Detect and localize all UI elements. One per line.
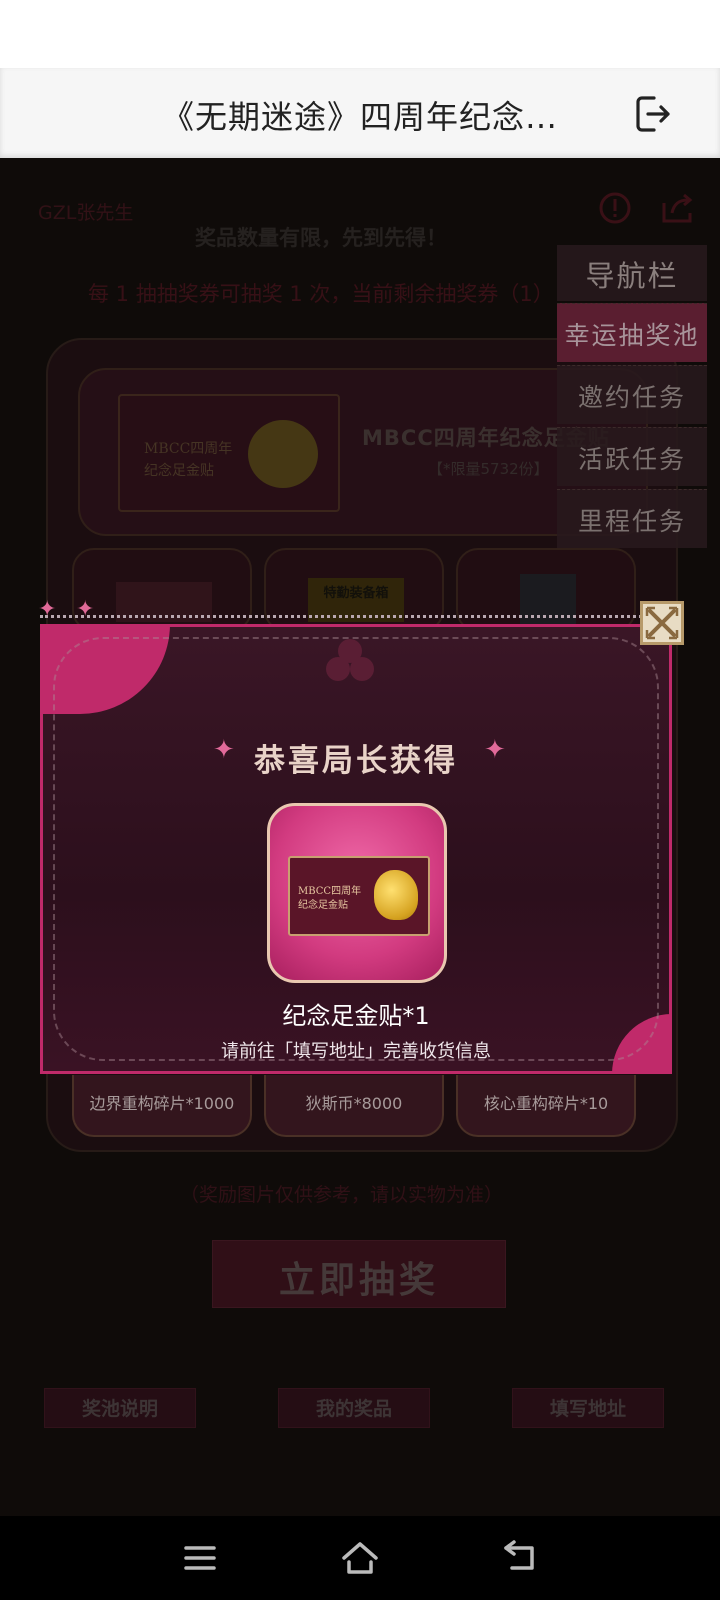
prize-cell-5: 狄斯币*8000 — [264, 1075, 444, 1137]
reward-item-box: MBCC四周年 纪念足金贴 — [267, 803, 447, 983]
nav-item-invite-tasks[interactable]: 邀约任务 — [557, 365, 707, 424]
prize-label: 核心重构碎片*10 — [483, 1094, 609, 1113]
reward-name: 纪念足金贴*1 — [282, 1002, 430, 1030]
sparkle-icon: ✦ — [76, 597, 95, 622]
nav-item-label: 幸运抽奖池 — [564, 321, 700, 350]
browser-title-bar: 《无期迷途》四周年纪念… — [0, 68, 720, 158]
prize-cell-6: 核心重构碎片*10 — [456, 1075, 636, 1137]
gold-emblem — [374, 870, 418, 920]
nav-item-label: 里程任务 — [577, 507, 686, 536]
sparkle-icon: ✦ — [484, 735, 506, 765]
prize-label: 狄斯币*8000 — [305, 1094, 403, 1113]
reward-image-line2: 纪念足金贴 — [298, 900, 348, 911]
reward-item-image: MBCC四周年 纪念足金贴 — [288, 856, 430, 936]
prize-label: 边界重构碎片*1000 — [89, 1094, 235, 1113]
nav-item-active-tasks[interactable]: 活跃任务 — [557, 427, 707, 486]
nav-item-label: 邀约任务 — [577, 383, 686, 412]
flower-crest-icon — [326, 639, 374, 681]
back-icon[interactable] — [500, 1538, 540, 1578]
sparkle-icon: ✦ — [38, 597, 57, 622]
close-button[interactable] — [640, 601, 684, 645]
modal-heading: 恭喜局长获得 — [254, 743, 458, 779]
nav-item-lucky-pool[interactable]: 幸运抽奖池 — [557, 303, 707, 362]
system-nav-bar — [0, 1516, 720, 1600]
home-icon[interactable] — [340, 1538, 380, 1578]
nav-item-mileage-tasks[interactable]: 里程任务 — [557, 489, 707, 548]
nav-item-label: 活跃任务 — [577, 445, 686, 474]
prize-cell-4: 边界重构碎片*1000 — [72, 1075, 252, 1137]
status-bar — [0, 0, 720, 68]
modal-top-divider — [40, 615, 672, 618]
close-icon — [645, 606, 679, 640]
menu-icon[interactable] — [180, 1538, 220, 1578]
exit-icon[interactable] — [632, 93, 674, 135]
reward-hint: 请前往「填写地址」完善收货信息 — [221, 1041, 491, 1062]
side-nav-header: 导航栏 — [557, 245, 707, 301]
side-nav-title: 导航栏 — [585, 259, 679, 293]
reward-image-line1: MBCC四周年 — [298, 886, 362, 897]
reward-modal: ✦ 恭喜局长获得 ✦ MBCC四周年 纪念足金贴 纪念足金贴*1 请前往「填写地… — [40, 624, 672, 1074]
page-title: 《无期迷途》四周年纪念… — [161, 98, 558, 136]
